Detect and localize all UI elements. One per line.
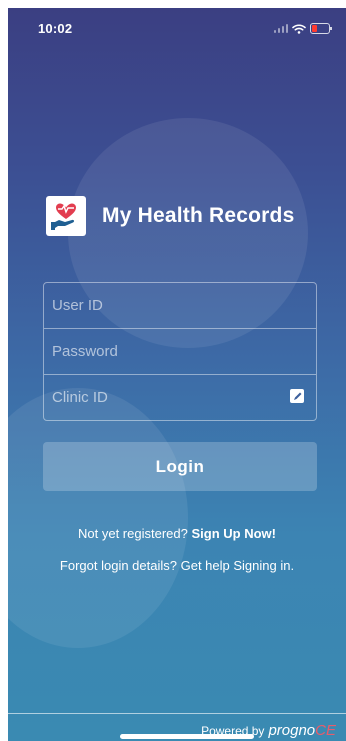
password-row bbox=[44, 329, 316, 375]
forgot-login-link[interactable]: Forgot login details? Get help Signing i… bbox=[8, 558, 346, 573]
clinic-id-row bbox=[44, 375, 316, 420]
status-icons bbox=[274, 23, 332, 34]
clinic-id-input[interactable] bbox=[44, 375, 316, 420]
vendor-logo-main: progno bbox=[268, 722, 316, 739]
signal-icon bbox=[274, 24, 288, 33]
footer-divider bbox=[8, 713, 346, 714]
status-time: 10:02 bbox=[38, 21, 73, 36]
heart-hand-icon bbox=[51, 203, 76, 230]
app-brand: My Health Records bbox=[46, 196, 294, 236]
vendor-logo: prognoCE bbox=[268, 722, 336, 739]
background-photo-overlay-2 bbox=[8, 388, 188, 648]
login-form bbox=[43, 282, 317, 421]
home-indicator bbox=[120, 734, 254, 739]
app-title: My Health Records bbox=[102, 204, 295, 227]
app-screen: 10:02 My Health Records User ID Clinic I… bbox=[8, 8, 346, 741]
register-prompt: Not yet registered? bbox=[78, 526, 188, 541]
login-button[interactable]: Login bbox=[43, 442, 317, 491]
wifi-icon bbox=[292, 23, 306, 34]
vendor-logo-accent: CE bbox=[315, 722, 336, 739]
clinic-edit-checkbox[interactable] bbox=[290, 389, 304, 403]
password-input[interactable] bbox=[44, 329, 316, 374]
sign-up-link[interactable]: Sign Up Now! bbox=[191, 526, 276, 541]
user-id-input[interactable] bbox=[44, 283, 316, 328]
app-logo bbox=[46, 196, 86, 236]
pencil-icon bbox=[293, 392, 301, 400]
register-line: Not yet registered? Sign Up Now! bbox=[8, 526, 346, 541]
user-id-row bbox=[44, 283, 316, 329]
battery-icon bbox=[310, 23, 332, 34]
status-bar: 10:02 bbox=[8, 8, 346, 52]
